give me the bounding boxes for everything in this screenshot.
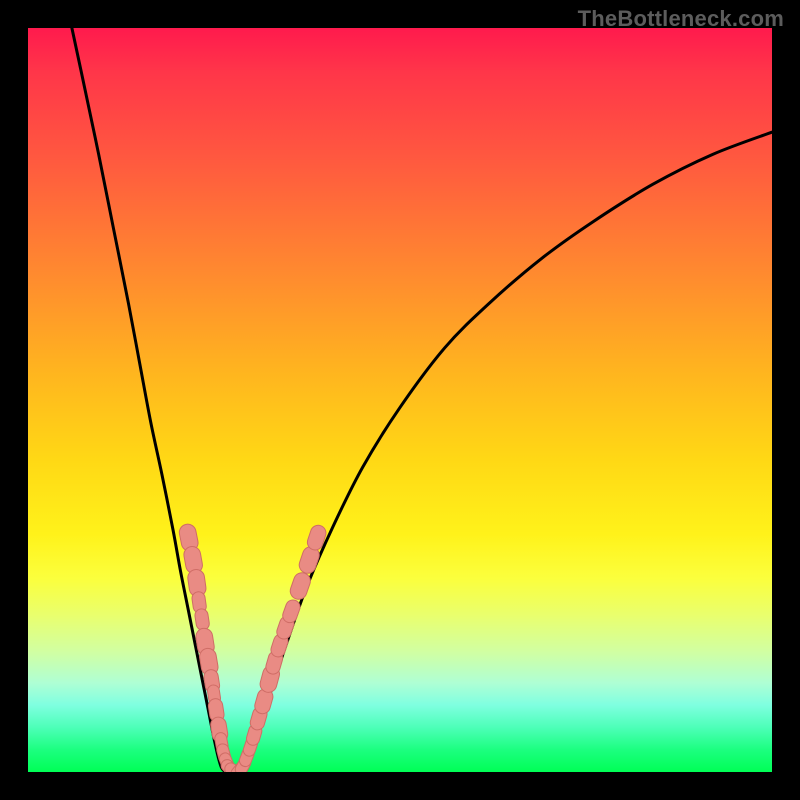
markers-left-group [178, 523, 246, 772]
bottleneck-curve [28, 28, 772, 772]
chart-frame: TheBottleneck.com [0, 0, 800, 800]
markers-right-group [229, 523, 328, 772]
curve-marker [194, 608, 210, 631]
curve-line [72, 28, 772, 772]
curve-marker [288, 570, 313, 601]
plot-area [28, 28, 772, 772]
watermark-text: TheBottleneck.com [578, 6, 784, 32]
